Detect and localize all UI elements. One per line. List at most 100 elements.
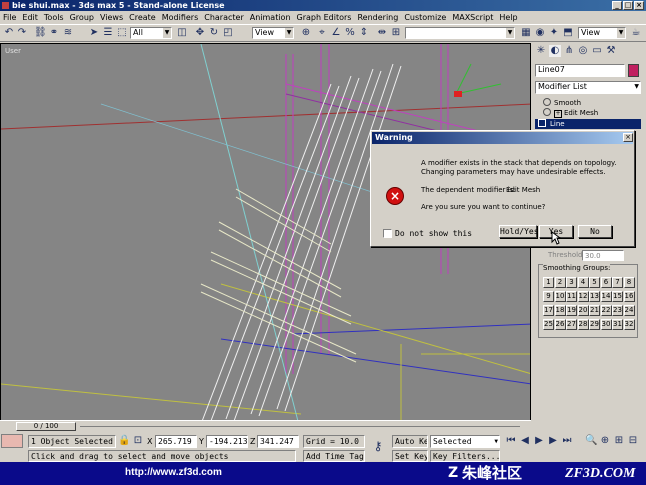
menu-character[interactable]: Character (201, 11, 247, 24)
viewport-label[interactable]: User (5, 47, 21, 55)
expand-icon[interactable]: + (554, 110, 562, 118)
undo-icon[interactable]: ↶ (3, 27, 15, 39)
redo-icon[interactable]: ↷ (16, 27, 28, 39)
minimize-button[interactable]: _ (612, 1, 622, 10)
smoothing-group-button[interactable]: 16 (623, 291, 635, 302)
motion-tab-icon[interactable]: ◎ (577, 45, 589, 57)
smoothing-group-button[interactable]: 6 (600, 277, 612, 288)
smoothing-group-button[interactable]: 18 (554, 305, 566, 316)
menu-maxscript[interactable]: MAXScript (449, 11, 496, 24)
close-button[interactable]: × (634, 1, 644, 10)
angle-snap-icon[interactable]: ∠ (330, 27, 342, 39)
link-icon[interactable]: ⛓ (34, 27, 47, 39)
smoothing-group-button[interactable]: 7 (612, 277, 623, 288)
percent-snap-icon[interactable]: % (344, 27, 356, 39)
region-select-icon[interactable]: ⬚ (116, 27, 128, 39)
goto-end-icon[interactable]: ⏭ (561, 435, 573, 447)
menu-views[interactable]: Views (97, 11, 126, 24)
select-rotate-icon[interactable]: ↻ (208, 27, 220, 39)
bind-space-warp-icon[interactable]: ≋ (62, 27, 74, 39)
menu-rendering[interactable]: Rendering (354, 11, 401, 24)
render-view-dropdown[interactable]: View ▼ (578, 27, 626, 39)
stack-item-line[interactable]: Line (535, 119, 641, 129)
object-name-field[interactable]: Line07 (535, 64, 625, 77)
modify-tab-icon[interactable]: ◐ (549, 45, 561, 57)
menu-customize[interactable]: Customize (401, 11, 449, 24)
smoothing-group-button[interactable]: 15 (612, 291, 623, 302)
smoothing-group-button[interactable]: 14 (600, 291, 612, 302)
key-icon[interactable]: ⚷ (372, 440, 384, 452)
dialog-close-button[interactable]: × (623, 133, 633, 142)
menu-animation[interactable]: Animation (247, 11, 294, 24)
key-mode-dropdown[interactable]: Selected ▼ (430, 435, 500, 448)
zoom-extents-all-icon[interactable]: ⊟ (627, 435, 639, 447)
smoothing-group-button[interactable]: 12 (577, 291, 589, 302)
pivot-center-icon[interactable]: ⊕ (300, 27, 312, 39)
smoothing-group-button[interactable]: 27 (566, 319, 577, 330)
menu-edit[interactable]: Edit (19, 11, 41, 24)
smoothing-group-button[interactable]: 20 (577, 305, 589, 316)
smoothing-group-button[interactable]: 10 (554, 291, 566, 302)
set-key-button[interactable]: Set Key (392, 450, 428, 462)
zoom-icon[interactable]: 🔍 (585, 435, 597, 447)
smoothing-group-button[interactable]: 19 (566, 305, 577, 316)
smoothing-group-button[interactable]: 13 (589, 291, 600, 302)
select-icon[interactable]: ➤ (88, 27, 100, 39)
align-icon[interactable]: ⊞ (390, 27, 402, 39)
play-icon[interactable]: ▶ (533, 435, 545, 447)
smoothing-group-button[interactable]: 4 (577, 277, 589, 288)
smoothing-group-button[interactable]: 29 (589, 319, 600, 330)
menu-group[interactable]: Group (67, 11, 97, 24)
smoothing-group-button[interactable]: 5 (589, 277, 600, 288)
y-coordinate-field[interactable]: -194.213 (206, 435, 248, 448)
teapot-render-icon[interactable]: ☕ (630, 27, 642, 39)
menu-help[interactable]: Help (496, 11, 520, 24)
zoom-all-icon[interactable]: ⊕ (599, 435, 611, 447)
mirror-icon[interactable]: ⇹ (376, 27, 388, 39)
smoothing-group-button[interactable]: 28 (577, 319, 589, 330)
render-scene-icon[interactable]: ◉ (534, 27, 546, 39)
lock-selection-icon[interactable]: 🔒 (118, 435, 130, 447)
threshold-spinner[interactable]: 30.0 (582, 250, 624, 261)
previous-frame-icon[interactable]: ◀ (519, 435, 531, 447)
spinner-snap-icon[interactable]: ⇕ (358, 27, 370, 39)
utilities-tab-icon[interactable]: ⚒ (605, 45, 617, 57)
expand-icon[interactable] (538, 119, 546, 127)
smoothing-group-button[interactable]: 2 (554, 277, 566, 288)
smoothing-group-button[interactable]: 26 (554, 319, 566, 330)
object-color-swatch[interactable] (628, 64, 639, 77)
selection-filter-dropdown[interactable]: All ▼ (130, 27, 172, 39)
bulb-icon[interactable] (543, 108, 551, 116)
smoothing-group-button[interactable]: 25 (543, 319, 554, 330)
app-icon[interactable] (2, 2, 9, 9)
select-by-name-icon[interactable]: ☰ (102, 27, 114, 39)
z-coordinate-field[interactable]: 341.247 (257, 435, 299, 448)
auto-key-button[interactable]: Auto Key (392, 435, 428, 448)
smoothing-group-button[interactable]: 9 (543, 291, 554, 302)
smoothing-group-button[interactable]: 1 (543, 277, 554, 288)
menu-graph-editors[interactable]: Graph Editors (294, 11, 355, 24)
smoothing-group-button[interactable]: 23 (612, 305, 623, 316)
maxscript-listener-swatch[interactable] (1, 434, 23, 448)
dont-show-checkbox[interactable] (383, 229, 392, 238)
stack-item-edit-mesh[interactable]: + Edit Mesh (541, 108, 641, 118)
unlink-icon[interactable]: ⚭ (48, 27, 60, 39)
absolute-mode-icon[interactable]: ⊡ (132, 435, 144, 447)
display-tab-icon[interactable]: ▭ (591, 45, 603, 57)
smoothing-group-button[interactable]: 17 (543, 305, 554, 316)
menu-modifiers[interactable]: Modifiers (159, 11, 202, 24)
smoothing-group-button[interactable]: 11 (566, 291, 577, 302)
time-slider-thumb[interactable]: 0 / 100 (16, 422, 76, 431)
smoothing-group-button[interactable]: 24 (623, 305, 635, 316)
menu-file[interactable]: File (0, 11, 19, 24)
maximize-button[interactable]: □ (623, 1, 633, 10)
smoothing-group-button[interactable]: 21 (589, 305, 600, 316)
key-filters-button[interactable]: Key Filters... (430, 450, 500, 462)
material-editor-icon[interactable]: ▦ (520, 27, 532, 39)
smoothing-group-button[interactable]: 8 (623, 277, 635, 288)
zoom-extents-icon[interactable]: ⊞ (613, 435, 625, 447)
add-time-tag-button[interactable]: Add Time Tag (303, 450, 365, 462)
no-button[interactable]: No (578, 225, 612, 238)
next-frame-icon[interactable]: ▶ (547, 435, 559, 447)
select-move-icon[interactable]: ✥ (194, 27, 206, 39)
